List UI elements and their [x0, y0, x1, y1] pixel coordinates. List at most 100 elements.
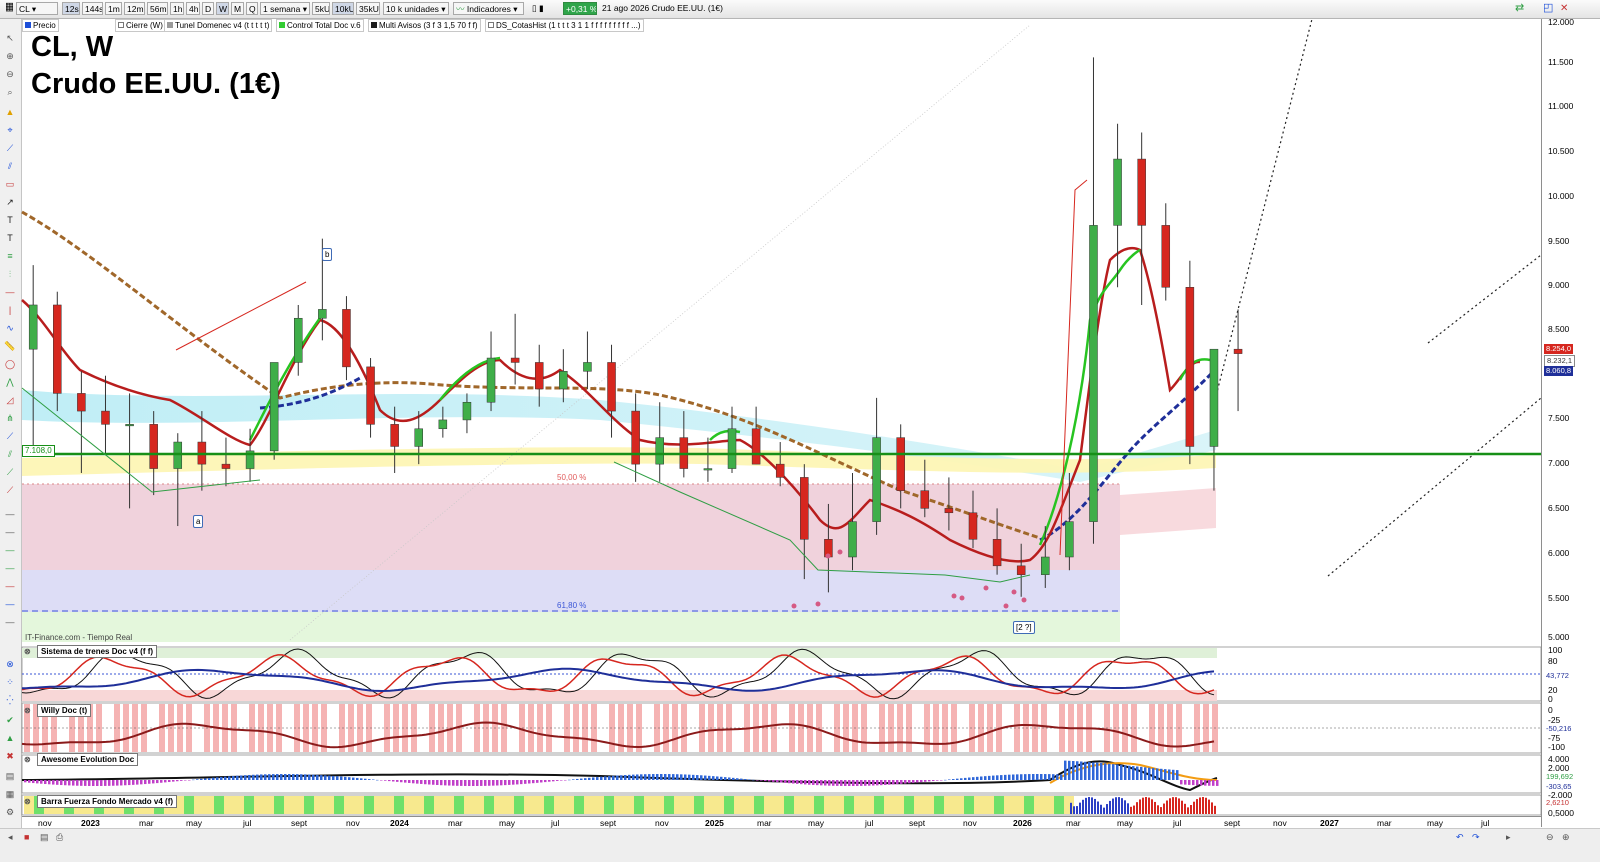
awesome-bar: [420, 780, 423, 784]
barra-bar: [764, 796, 774, 814]
candle-body: [414, 428, 423, 447]
barra-bar: [774, 796, 784, 814]
awesome-bar: [108, 780, 111, 786]
barra-bar: [704, 796, 714, 814]
awesome-bar: [112, 780, 115, 786]
awesome-bar: [900, 780, 903, 784]
awesome-bar: [360, 778, 363, 780]
barra-bar: [1160, 807, 1162, 814]
awesome-bar: [988, 775, 991, 780]
awesome-bar: [612, 775, 615, 780]
zoom-minus-icon[interactable]: ⊖: [1546, 832, 1554, 843]
awesome-bar: [764, 780, 767, 781]
barra-bar: [804, 796, 814, 814]
subpanel-willy: [21, 702, 1542, 754]
barra-bar: [1054, 796, 1064, 814]
awesome-bar: [188, 780, 191, 781]
barra-bar: [344, 796, 354, 814]
awesome-bar: [1000, 775, 1003, 780]
candle-body: [1233, 348, 1243, 354]
barra-bar: [424, 796, 434, 814]
awesome-bar: [956, 778, 959, 780]
candle-body: [101, 410, 110, 425]
subpanel-close-icon[interactable]: ⊗: [24, 754, 31, 765]
date-axis[interactable]: nov 2023 mar may jul sept nov 2024 mar m…: [22, 816, 1541, 828]
subpanel-label-awesome[interactable]: ⊗ Awesome Evolution Doc: [24, 753, 139, 766]
wave-label-b[interactable]: b: [322, 248, 333, 261]
awesome-bar: [1004, 774, 1007, 780]
scroll-left-icon[interactable]: ◂: [8, 832, 13, 843]
subpanel-close-icon[interactable]: ⊗: [24, 705, 31, 716]
awesome-bar: [252, 774, 255, 780]
awesome-bar: [212, 777, 215, 780]
awesome-bar: [1112, 764, 1115, 780]
subpanel-close-icon[interactable]: ⊗: [24, 646, 31, 657]
awesome-bar: [292, 774, 295, 780]
sub-tick: -100: [1548, 742, 1566, 752]
awesome-bar: [952, 779, 955, 780]
price-chart[interactable]: [0, 0, 1600, 861]
candle-body: [1065, 521, 1074, 558]
barra-bar: [864, 796, 874, 814]
sub-tick: 0,5000: [1548, 808, 1574, 818]
awesome-bar: [656, 774, 659, 780]
awesome-bar: [648, 774, 651, 780]
awesome-bar: [920, 780, 923, 783]
awesome-bar: [280, 774, 283, 780]
price-axis[interactable]: 12.000 11.500 11.000 10.500 10.000 9.500…: [1541, 17, 1600, 827]
zoom-plus-icon[interactable]: ⊕: [1562, 832, 1570, 843]
candle-body: [751, 428, 761, 465]
candle-body: [1209, 348, 1219, 447]
wave-label-count[interactable]: [2 ?]: [1013, 621, 1035, 634]
awesome-bar: [996, 775, 999, 780]
date-tick: nov: [655, 818, 669, 828]
awesome-bar: [260, 774, 263, 780]
awesome-bar: [412, 780, 415, 784]
price-tick: 10.500: [1548, 146, 1574, 156]
awesome-bar: [800, 780, 803, 785]
awesome-bar: [572, 779, 575, 780]
barra-bar: [194, 796, 204, 814]
wave-label-a[interactable]: a: [193, 515, 204, 528]
barra-bar: [1148, 797, 1150, 814]
barra-bar: [1085, 797, 1087, 814]
barra-bar: [1154, 801, 1156, 814]
awesome-bar: [904, 780, 907, 784]
print-icon[interactable]: ⎙: [56, 832, 63, 843]
subpanel-close-icon[interactable]: ⊗: [24, 796, 31, 807]
awesome-bar: [1216, 780, 1219, 786]
page-icon[interactable]: ▤: [40, 832, 49, 843]
date-tick: mar: [448, 818, 463, 828]
undo-icon[interactable]: ↶: [1456, 832, 1464, 843]
awesome-bar: [780, 780, 783, 783]
barra-bar: [964, 796, 974, 814]
redo-icon[interactable]: ↷: [1472, 832, 1480, 843]
stop-icon[interactable]: ■: [24, 832, 29, 842]
barra-bar: [884, 796, 894, 814]
candle-body: [848, 521, 857, 558]
signal-dot: [951, 593, 957, 599]
awesome-bar: [856, 780, 859, 786]
awesome-bar: [784, 780, 787, 783]
barra-bar: [214, 796, 224, 814]
awesome-bar: [336, 776, 339, 780]
awesome-bar: [912, 780, 915, 783]
date-tick: jul: [1481, 818, 1490, 828]
awesome-bar: [520, 780, 523, 785]
awesome-bar: [508, 780, 511, 785]
awesome-bar: [272, 774, 275, 780]
scroll-right-icon[interactable]: ▸: [1506, 832, 1511, 843]
awesome-bar: [796, 780, 799, 784]
barra-bar: [234, 796, 244, 814]
barra-bar: [574, 796, 584, 814]
awesome-bar: [584, 778, 587, 780]
barra-bar: [394, 796, 404, 814]
subpanel-label-trenes[interactable]: ⊗ Sistema de trenes Doc v4 (f f): [24, 645, 158, 658]
awesome-bar: [408, 780, 411, 783]
subpanel-label-willy[interactable]: ⊗ Willy Doc (t): [24, 704, 92, 717]
subpanel-label-barra[interactable]: ⊗ Barra Fuerza Fondo Mercado v4 (f): [24, 795, 178, 808]
awesome-bar: [328, 775, 331, 780]
barra-bar: [314, 796, 324, 814]
awesome-bar: [1096, 762, 1099, 780]
awesome-bar: [1084, 761, 1087, 780]
